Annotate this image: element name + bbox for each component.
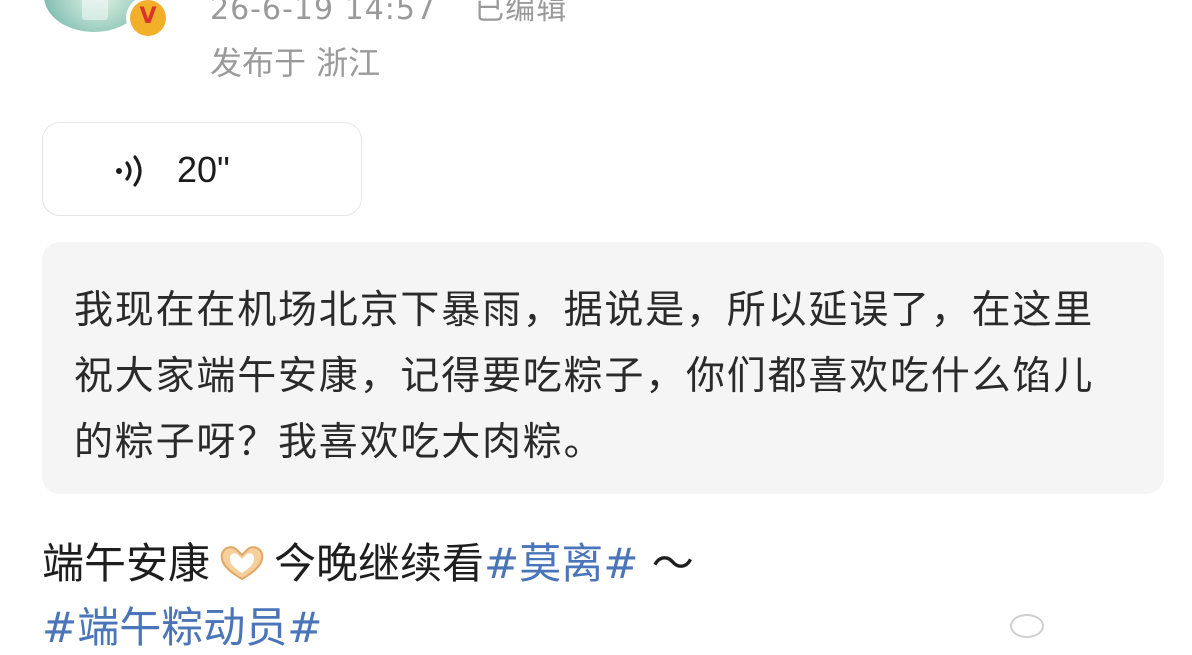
- post-caption: 端午安康 今晚继续看#莫离# ～: [42, 530, 694, 591]
- voice-duration: 20": [177, 149, 230, 190]
- transcript-text: 我现在在机场北京下暴雨，据说是，所以延误了，在这里祝大家端午安康，记得要吃粽子，…: [74, 288, 1095, 465]
- verified-badge: V: [126, 0, 170, 40]
- caption-text-after: ～: [651, 539, 694, 588]
- caption-text-middle: 今晚继续看: [274, 539, 485, 588]
- voice-message-button[interactable]: 20": [42, 122, 362, 216]
- heart-hands-icon: [220, 546, 264, 581]
- avatar-figure: [82, 0, 108, 20]
- post-meta: 26-6-19 14:57 已编辑: [210, 0, 567, 28]
- post-timestamp: 26-6-19 14:57: [210, 0, 437, 27]
- verified-icon: V: [130, 0, 166, 36]
- audio-wave-icon: [116, 155, 142, 187]
- post-location: 发布于 浙江: [210, 44, 381, 82]
- caption-text-before: 端午安康: [42, 539, 211, 588]
- edited-label: 已编辑: [474, 0, 568, 27]
- voice-transcript: 我现在在机场北京下暴雨，据说是，所以延误了，在这里祝大家端午安康，记得要吃粽子，…: [42, 242, 1164, 494]
- hashtag-link[interactable]: #莫离#: [484, 539, 638, 588]
- hashtag-link-second[interactable]: #端午粽动员#: [42, 594, 322, 655]
- watermark-icon: [1010, 614, 1044, 638]
